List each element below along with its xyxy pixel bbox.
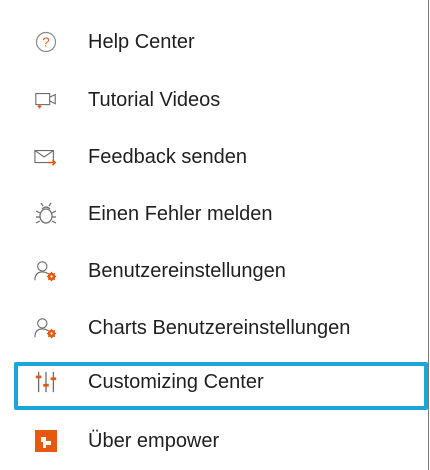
menu-item-label: Tutorial Videos	[88, 89, 221, 111]
svg-text:?: ?	[42, 35, 49, 50]
menu-item-label: Einen Fehler melden	[88, 203, 273, 225]
empower-logo-icon	[34, 429, 58, 453]
user-settings-icon	[34, 259, 58, 283]
menu-item-customizing-center[interactable]: Customizing Center	[14, 362, 428, 410]
menu-item-einen-fehler-melden[interactable]: Einen Fehler melden	[0, 194, 428, 234]
menu-item-benutzereinstellungen[interactable]: Benutzereinstellungen	[0, 251, 428, 291]
menu-item-label: Benutzereinstellungen	[88, 260, 286, 282]
menu-item-label: Über empower	[88, 430, 220, 452]
user-settings-icon	[34, 316, 58, 340]
menu-item-tutorial-videos[interactable]: Tutorial Videos	[0, 80, 428, 120]
menu-item-help-center[interactable]: ? Help Center	[0, 22, 428, 62]
help-circle-icon: ?	[34, 30, 58, 54]
menu-item-label: Feedback senden	[88, 146, 248, 168]
menu-item-label: Customizing Center	[88, 371, 264, 393]
menu-item-label: Charts Benutzereinstellungen	[88, 317, 351, 339]
envelope-arrow-icon	[34, 145, 58, 169]
bug-icon	[34, 202, 58, 226]
menu-item-feedback-senden[interactable]: Feedback senden	[0, 137, 428, 177]
menu-item-charts-benutzereinstellungen[interactable]: Charts Benutzereinstellungen	[0, 308, 428, 348]
menu-item-label: Help Center	[88, 31, 195, 53]
video-camera-icon	[34, 88, 58, 112]
help-menu: ? Help Center Tutorial Videos Feedback s…	[0, 0, 429, 470]
menu-item-ueber-empower[interactable]: Über empower	[0, 421, 428, 461]
sliders-icon	[34, 370, 58, 394]
